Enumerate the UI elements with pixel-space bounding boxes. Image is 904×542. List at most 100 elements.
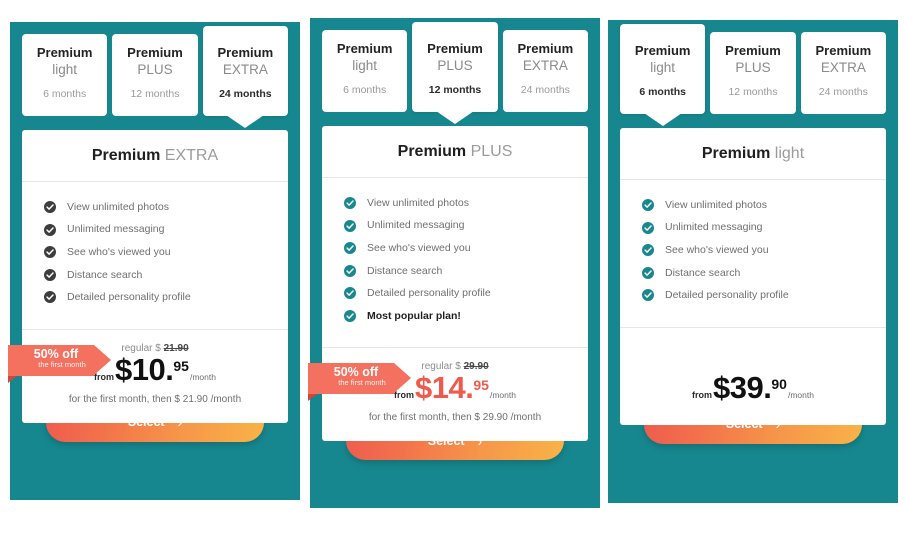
plan-tab-brand: Premium: [517, 41, 574, 56]
feature-label: Unlimited messaging: [665, 221, 763, 234]
plan-tabs: Premium light 6 months Premium PLUS 12 months…: [608, 20, 898, 114]
check-icon: [44, 291, 56, 304]
check-icon: [44, 201, 56, 214]
plan-tab-tier: PLUS: [437, 58, 473, 74]
price-from-label: from: [692, 389, 713, 400]
plan-tab-plus[interactable]: Premium PLUS 12 months: [710, 32, 796, 114]
price-period: /month: [189, 371, 216, 382]
current-price: from$14.95/month: [394, 372, 516, 403]
plan-tab-tier: light: [352, 58, 378, 74]
price-note: for the first month, then $ 29.90 /month: [368, 412, 542, 424]
plan-tab-light[interactable]: Premium light 6 months: [620, 24, 706, 114]
feature-item: Most popular plan!: [322, 305, 588, 328]
feature-item: See who's viewed you: [620, 239, 886, 262]
plan-title-brand: Premium: [91, 146, 161, 164]
plan-tab-brand: Premium: [634, 43, 691, 58]
plan-title-brand: Premium: [397, 142, 467, 160]
plan-card-light: Premium light View unlimited photos Unlimi…: [620, 127, 886, 425]
discount-badge-percent: 50% off: [33, 346, 79, 361]
discount-badge: 50% off the first month: [8, 344, 111, 383]
check-icon: [344, 287, 356, 300]
plan-tab-duration: 6 months: [43, 87, 87, 100]
feature-item: View unlimited photos: [322, 192, 588, 215]
feature-item: Detailed personality profile: [22, 286, 288, 309]
plan-tab-tier: PLUS: [137, 62, 173, 78]
price-amount: $10.: [115, 351, 174, 387]
plan-tab-duration: 24 months: [520, 83, 570, 96]
check-icon: [44, 268, 56, 281]
check-icon: [44, 246, 56, 259]
check-icon: [642, 244, 654, 257]
plan-card-plus: Premium PLUS View unlimited photos Unlimit…: [308, 125, 588, 442]
plan-tab-brand: Premium: [36, 45, 93, 60]
feature-item: See who's viewed you: [22, 241, 288, 264]
price-note: for the first month, then $ 21.90 /month: [68, 393, 242, 405]
pricing-panel-extra: Premium light 6 months Premium PLUS 12 months…: [8, 22, 300, 500]
feature-label: Detailed personality profile: [67, 291, 191, 304]
plan-tab-tier: EXTRA: [222, 62, 268, 78]
plan-tab-extra[interactable]: Premium EXTRA 24 months: [502, 30, 588, 112]
feature-list: View unlimited photos Unlimited messaging…: [620, 180, 886, 319]
check-icon: [44, 223, 56, 236]
discount-badge-subtext: the first month: [338, 378, 386, 388]
feature-item: View unlimited photos: [620, 194, 886, 217]
feature-item: Distance search: [322, 260, 588, 283]
price-area: 50% off the first month regular $ 21.90 fro…: [8, 343, 288, 405]
plan-tab-plus[interactable]: Premium PLUS 12 months: [412, 22, 498, 112]
price-cents: 95: [473, 377, 489, 394]
plan-tab-duration: 6 months: [639, 85, 686, 98]
plan-tab-extra[interactable]: Premium EXTRA 24 months: [202, 26, 288, 116]
plan-tabs: Premium light 6 months Premium PLUS 12 months…: [310, 18, 600, 112]
plan-tab-brand: Premium: [725, 43, 781, 58]
feature-item: Distance search: [22, 264, 288, 287]
price-area: 50% off the first month regular $ 29.90 fro…: [308, 361, 588, 424]
plan-tab-tier: light: [650, 60, 676, 76]
feature-label: View unlimited photos: [367, 196, 469, 209]
plan-tab-duration: 24 months: [219, 87, 272, 100]
feature-label: See who's viewed you: [367, 241, 471, 254]
plan-tab-extra[interactable]: Premium EXTRA 24 months: [800, 32, 886, 114]
plan-tab-duration: 12 months: [428, 83, 482, 96]
plan-tab-duration: 12 months: [728, 85, 778, 98]
plan-title-tier: light: [774, 144, 805, 162]
price-amount: $14.: [415, 370, 474, 406]
feature-item: Detailed personality profile: [322, 282, 588, 305]
feature-label: Distance search: [67, 268, 143, 281]
current-price: from$10.95/month: [94, 354, 216, 385]
check-icon: [642, 289, 654, 302]
feature-label: Most popular plan!: [367, 309, 461, 322]
plan-tab-brand: Premium: [815, 43, 872, 58]
feature-label: View unlimited photos: [67, 200, 169, 213]
plan-title-tier: PLUS: [470, 142, 513, 160]
plan-tab-brand: Premium: [427, 41, 483, 56]
feature-item: Distance search: [620, 262, 886, 285]
plan-tab-brand: Premium: [217, 45, 274, 60]
plan-card-title: Premium PLUS: [322, 126, 588, 178]
price-period: /month: [787, 389, 814, 400]
plan-title-brand: Premium: [701, 144, 771, 162]
plan-tab-tier: EXTRA: [522, 58, 568, 74]
plan-tab-brand: Premium: [336, 41, 393, 56]
feature-label: See who's viewed you: [67, 245, 171, 258]
plan-card-extra: Premium EXTRA View unlimited photos Unlimi…: [8, 129, 288, 423]
plan-tab-light[interactable]: Premium light 6 months: [322, 30, 408, 112]
feature-item: Unlimited messaging: [22, 218, 288, 241]
plan-tab-plus[interactable]: Premium PLUS 12 months: [112, 34, 198, 116]
pricing-comparison: Premium light 6 months Premium PLUS 12 months…: [0, 0, 904, 542]
feature-label: Detailed personality profile: [665, 289, 789, 302]
feature-label: Unlimited messaging: [367, 219, 465, 232]
feature-item: See who's viewed you: [322, 237, 588, 260]
plan-tab-light[interactable]: Premium light 6 months: [22, 34, 108, 116]
feature-list: View unlimited photos Unlimited messaging…: [322, 178, 588, 340]
plan-tab-tier: EXTRA: [820, 60, 866, 76]
plan-title-tier: EXTRA: [164, 146, 219, 164]
plan-tab-tier: light: [52, 62, 78, 78]
current-price: from$39.90/month: [692, 372, 814, 403]
divider: [322, 347, 588, 349]
feature-label: View unlimited photos: [665, 198, 767, 211]
price-cents: 90: [771, 376, 787, 393]
check-icon: [344, 310, 356, 323]
plan-tab-duration: 24 months: [818, 85, 868, 98]
